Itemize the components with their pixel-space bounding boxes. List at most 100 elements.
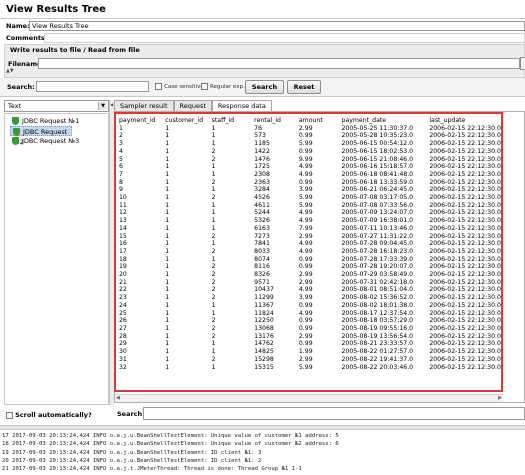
collapse-arrows-icon[interactable]: ▲▼ — [6, 68, 14, 74]
tree-item-jdbc-2[interactable]: JDBC Request №2 — [10, 126, 72, 146]
table-row: 17 1 2 8033 4.99 2005-07-28 16:18:23.0 2006-02… — [119, 248, 501, 256]
chevron-down-icon[interactable]: ▼ — [98, 102, 107, 110]
table-cell: 2 — [211, 147, 216, 155]
browse-button[interactable] — [520, 57, 525, 70]
table-cell: 10 — [119, 194, 127, 202]
table-cell: 1 — [165, 348, 170, 356]
table-cell: 2006-02-15 22:12:30.0 — [429, 217, 501, 225]
table-cell: 1 — [165, 194, 170, 202]
column-header: rental_id — [254, 117, 281, 124]
table-row: 31 1 2 15298 2.99 2005-08-22 19:41:37.0 2006-0… — [119, 356, 501, 364]
case-sensitive-label: Case sensitive — [164, 84, 204, 90]
search-label: Search: — [7, 83, 35, 91]
table-row: 25 1 1 11824 4.99 2005-08-17 12:37:54.0 2006-0… — [119, 310, 501, 318]
table-cell: 5.99 — [298, 201, 313, 209]
table-cell: 2 — [211, 232, 216, 240]
case-sensitive-toggle[interactable]: Case sensitive — [155, 82, 204, 90]
table-cell: 2.99 — [298, 271, 313, 279]
table-cell: 4.99 — [298, 247, 313, 255]
tree-item-jdbc-1[interactable]: JDBC Request №1 — [10, 116, 106, 126]
table-cell: 14762 — [254, 340, 274, 348]
table-cell: 2005-08-22 19:41:37.0 — [341, 355, 414, 363]
table-cell: 1 — [165, 147, 170, 155]
table-cell: 76 — [254, 124, 263, 132]
table-cell: 2006-02-15 22:12:30.0 — [429, 301, 501, 309]
table-cell: 2006-02-15 22:12:30.0 — [429, 186, 501, 194]
log-panel: 17 2017-09-03 20:13:24,424 INFO o.a.j.u.… — [0, 430, 525, 475]
table-cell: 1 — [211, 201, 216, 209]
table-cell: 1 — [165, 309, 170, 317]
table-cell: 2 — [211, 286, 216, 294]
table-cell: 2 — [119, 132, 123, 140]
table-cell: 1 — [165, 324, 170, 332]
horizontal-scrollbar[interactable]: ◀ ▶ — [115, 394, 503, 402]
table-cell: 3 — [119, 140, 123, 148]
log-line: 20 2017-09-03 20:13:24,424 INFO o.a.j.u.… — [2, 457, 262, 464]
comments-field[interactable] — [44, 33, 525, 43]
table-cell: 15315 — [254, 363, 274, 371]
case-sensitive-checkbox[interactable] — [155, 82, 162, 90]
response-table: payment_id customer_id staff_id rental_i… — [119, 117, 501, 371]
table-cell: 2005-08-17 12:37:54.0 — [341, 309, 414, 317]
tree-item-jdbc-3[interactable]: JDBC Request №3 — [10, 136, 106, 146]
log-line: 18 2017-09-03 20:13:24,424 INFO o.a.j.u.… — [2, 441, 339, 448]
table-cell: 1 — [165, 247, 170, 255]
name-field[interactable]: View Results Tree — [29, 21, 525, 31]
table-cell: 0.99 — [298, 317, 313, 325]
table-cell: 4.99 — [298, 217, 313, 225]
search-input[interactable] — [36, 81, 149, 92]
table-cell: 2005-07-09 16:38:01.0 — [341, 217, 414, 225]
table-cell: 1 — [211, 309, 216, 317]
table-cell: 2006-02-15 22:12:30.0 — [429, 278, 501, 286]
tree-item-label: JDBC Request №3 — [22, 137, 80, 145]
table-cell: 7.99 — [298, 224, 313, 232]
column-header: staff_id — [211, 117, 235, 124]
table-cell: 1 — [211, 240, 216, 248]
regex-toggle[interactable]: Regular exp. — [201, 82, 245, 90]
divider — [0, 18, 525, 19]
filename-input[interactable] — [38, 58, 520, 69]
table-cell: 2005-07-08 07:33:56.0 — [341, 201, 414, 209]
column-header: last_update — [429, 117, 466, 124]
scroll-left-icon[interactable]: ◀ — [116, 395, 120, 401]
scroll-auto-toggle[interactable]: Scroll automatically? — [6, 411, 92, 419]
table-row: 22 1 2 10437 4.99 2005-08-01 08:51:04.0 2006-0… — [119, 286, 501, 294]
table-cell: 2 — [211, 294, 216, 302]
table-cell: 1476 — [254, 155, 270, 163]
table-cell: 4 — [119, 147, 123, 155]
bottom-search-input[interactable] — [143, 407, 525, 420]
table-cell: 2006-02-15 22:12:30.0 — [429, 263, 501, 271]
table-cell: 1 — [211, 348, 216, 356]
renderer-select[interactable]: Text ▼ — [4, 100, 109, 112]
table-cell: 1 — [211, 132, 216, 140]
table-cell: 1 — [165, 278, 170, 286]
table-cell: 4611 — [254, 201, 270, 209]
table-cell: 11824 — [254, 309, 274, 317]
log-line: 21 2017-09-03 20:13:24,424 INFO o.a.j.t.… — [2, 466, 302, 473]
table-row: 7 1 1 2308 4.99 2005-06-18 08:41:48.0 2006-02-… — [119, 171, 501, 179]
scroll-auto-label: Scroll automatically? — [15, 411, 92, 419]
table-cell: 2006-02-15 22:12:30.0 — [429, 194, 501, 202]
table-cell: 2006-02-15 22:12:30.0 — [429, 209, 501, 217]
table-cell: 14825 — [254, 348, 274, 356]
table-cell: 2005-05-25 11:30:37.0 — [341, 124, 414, 132]
table-cell: 7 — [119, 170, 123, 178]
table-header-row: payment_id customer_id staff_id rental_i… — [119, 117, 501, 125]
table-cell: 8033 — [254, 247, 270, 255]
table-cell: 26 — [119, 317, 127, 325]
regex-label: Regular exp. — [210, 84, 245, 90]
table-cell: 2005-06-18 08:41:48.0 — [341, 170, 414, 178]
table-cell: 2006-02-15 22:12:30.0 — [429, 247, 501, 255]
scroll-right-icon[interactable]: ▶ — [498, 395, 502, 401]
regex-checkbox[interactable] — [201, 82, 208, 90]
reset-button[interactable]: Reset — [287, 80, 321, 94]
table-cell: 1 — [165, 317, 170, 325]
scroll-auto-checkbox[interactable] — [6, 411, 13, 419]
table-cell: 2006-02-15 22:12:30.0 — [429, 355, 501, 363]
table-cell: 0.99 — [298, 132, 313, 140]
table-cell: 9571 — [254, 278, 270, 286]
splitter-arrow-icon[interactable]: ◀ — [110, 102, 113, 107]
table-cell: 1 — [165, 186, 170, 194]
search-button[interactable]: Search — [245, 80, 284, 94]
table-cell: 2 — [211, 317, 216, 325]
